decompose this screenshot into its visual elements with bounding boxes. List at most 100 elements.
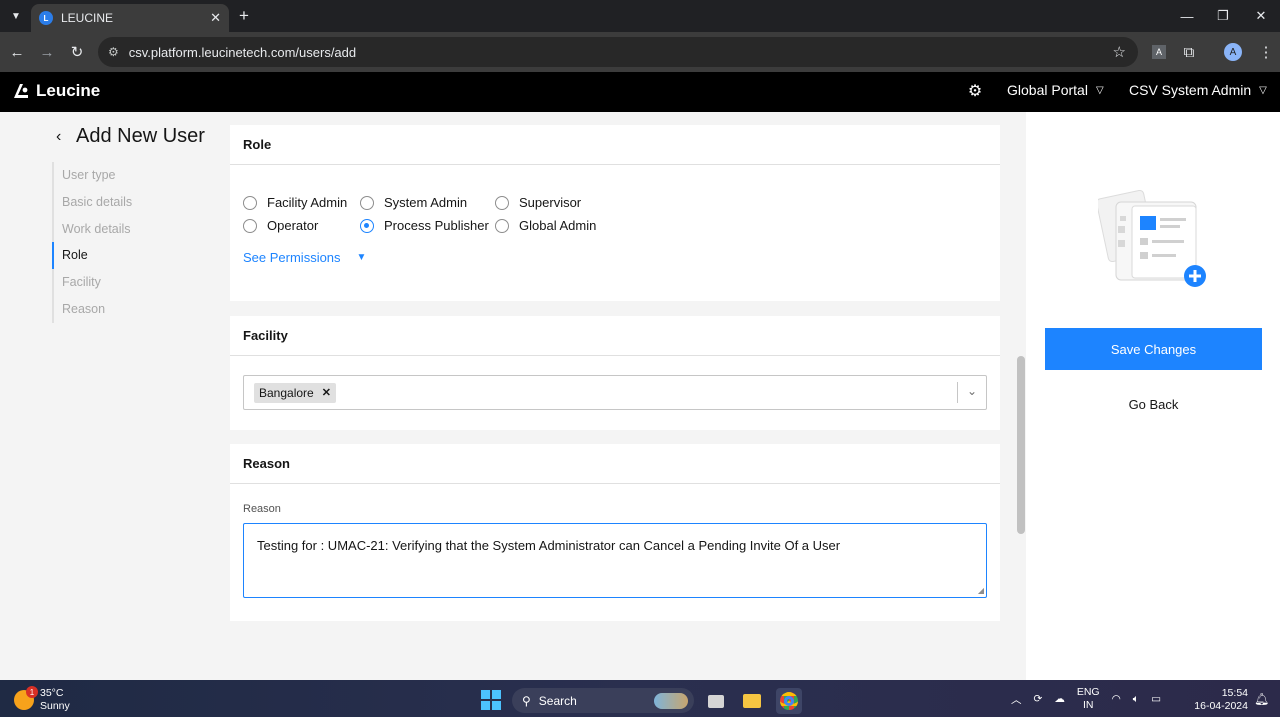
bookmark-star-icon[interactable]: ☆ [1113,43,1126,61]
step-user-type[interactable]: User type [54,162,212,189]
task-view-icon[interactable] [703,688,729,714]
radio-supervisor[interactable]: Supervisor [495,195,581,210]
notification-badge: 1 [26,686,38,698]
step-work-details[interactable]: Work details [54,216,212,243]
back-icon[interactable]: ← [7,42,27,62]
search-highlight-image [654,692,688,709]
weather-desc: Sunny [40,700,70,712]
settings-gear-icon[interactable]: ⚙ [966,82,984,100]
scrollbar-thumb[interactable] [1017,356,1025,534]
brand-name: Leucine [36,81,101,100]
tab-search-icon[interactable]: ▼ [6,6,26,26]
caret-down-icon: ▼ [356,252,367,263]
search-icon: ⚲ [522,693,531,708]
file-explorer-icon[interactable] [739,688,765,714]
portal-dropdown-label: Global Portal [1007,82,1088,98]
radio-label: Process Publisher [384,218,489,233]
chip-label: Bangalore [259,385,314,400]
facility-chip: Bangalore ✕ [254,382,336,403]
step-reason[interactable]: Reason [54,296,212,323]
chrome-icon[interactable] [776,688,802,714]
see-permissions-link[interactable]: See Permissions ▼ [243,250,366,265]
user-dropdown-label: CSV System Admin [1129,82,1252,98]
step-facility[interactable]: Facility [54,269,212,296]
site-info-icon[interactable]: ⚙ [108,45,119,59]
clock-date: 16-04-2024 [1194,700,1248,712]
volume-icon[interactable]: 🔈︎ [1133,693,1139,706]
weather-widget[interactable]: 1 35°C Sunny [14,686,70,713]
go-back-button[interactable]: Go Back [1045,394,1262,414]
chevron-down-icon: ▽ [1095,84,1104,96]
radio-circle[interactable] [495,195,509,210]
page-title: Add New User [76,125,205,147]
extensions-icon[interactable]: ⧉ [1179,42,1199,62]
radio-label: Operator [267,218,319,233]
user-dropdown[interactable]: CSV System Admin ▽ [1129,82,1267,98]
brand-logo[interactable]: Leucine [12,81,100,101]
radio-system-admin[interactable]: System Admin [360,195,467,210]
back-chevron-icon[interactable]: ‹ [56,128,61,146]
onedrive-cloud-icon[interactable]: ☁ [1054,693,1065,705]
forward-icon[interactable]: → [37,42,57,62]
taskbar-search[interactable]: ⚲ Search [512,688,694,713]
clock-time: 15:54 [1221,687,1248,699]
new-tab-button[interactable]: + [234,6,254,26]
reason-text: Testing for : UMAC-21: Verifying that th… [257,538,841,553]
radio-global-admin[interactable]: Global Admin [495,218,596,233]
address-bar[interactable]: ⚙ csv.platform.leucinetech.com/users/add… [98,37,1138,67]
chevron-down-icon: ▽ [1259,84,1267,96]
see-permissions-label: See Permissions [243,250,341,265]
select-divider [957,382,958,403]
radio-circle-selected[interactable] [360,218,374,233]
minimize-icon[interactable]: — [1172,6,1202,26]
radio-circle[interactable] [243,218,257,233]
portal-dropdown[interactable]: Global Portal ▽ [1007,82,1104,98]
resize-handle-icon[interactable]: ◢ [978,586,984,595]
radio-process-publisher[interactable]: Process Publisher [360,218,489,233]
facility-card: Facility [230,316,1000,430]
chip-remove-icon[interactable]: ✕ [322,386,331,399]
radio-circle[interactable] [243,195,257,210]
chevron-down-icon[interactable]: ⌄ [967,384,977,398]
translate-icon[interactable]: A [1149,42,1169,62]
battery-icon[interactable]: ▭ [1151,693,1161,705]
role-card: Role [230,125,1000,301]
system-tray: ︿ ⟳ ☁ ENG IN ◠ 🔈︎ ▭ [1011,686,1161,712]
save-changes-button[interactable]: Save Changes [1045,328,1262,370]
windows-start-icon[interactable] [481,690,501,710]
profile-avatar[interactable]: A [1223,42,1243,62]
radio-label: Facility Admin [267,195,348,210]
step-role[interactable]: Role [52,242,212,269]
url-text: csv.platform.leucinetech.com/users/add [128,44,357,60]
facility-select[interactable]: Bangalore ✕ ⌄ [243,375,987,410]
notification-bell-icon[interactable]: 🔔︎ [1254,692,1269,706]
language-indicator[interactable]: ENG IN [1077,686,1100,712]
radio-label: Supervisor [519,195,582,210]
chevron-up-icon[interactable]: ︿ [1011,692,1022,707]
sync-icon[interactable]: ⟳ [1034,693,1043,705]
lang-bottom: IN [1082,699,1094,711]
radio-circle[interactable] [360,195,374,210]
reload-icon[interactable]: ↻ [67,42,87,62]
reason-textarea[interactable]: Testing for : UMAC-21: Verifying that th… [243,523,987,598]
reason-header: Reason [230,444,1000,484]
tab-close-icon[interactable]: ✕ [210,10,221,26]
leucine-logo-icon [14,84,28,98]
lang-top: ENG [1076,686,1100,698]
reason-field-label: Reason [243,503,281,515]
browser-tab[interactable]: L LEUCINE ✕ [31,4,229,32]
radio-facility-admin[interactable]: Facility Admin [243,195,347,210]
radio-label: System Admin [384,195,468,210]
browser-menu-icon[interactable]: ⋮ [1256,42,1276,62]
radio-circle[interactable] [495,218,509,233]
step-basic-details[interactable]: Basic details [54,189,212,216]
restore-icon[interactable]: ❐ [1208,6,1238,26]
wifi-icon[interactable]: ◠ [1112,693,1121,705]
taskbar-clock[interactable]: 15:54 16-04-2024 [1194,687,1248,713]
left-gutter [0,112,40,680]
sun-icon: 1 [14,686,38,710]
radio-operator[interactable]: Operator [243,218,318,233]
leucine-favicon-icon: L [39,11,53,25]
window-close-icon[interactable]: ✕ [1246,6,1276,26]
role-header: Role [230,125,1000,165]
